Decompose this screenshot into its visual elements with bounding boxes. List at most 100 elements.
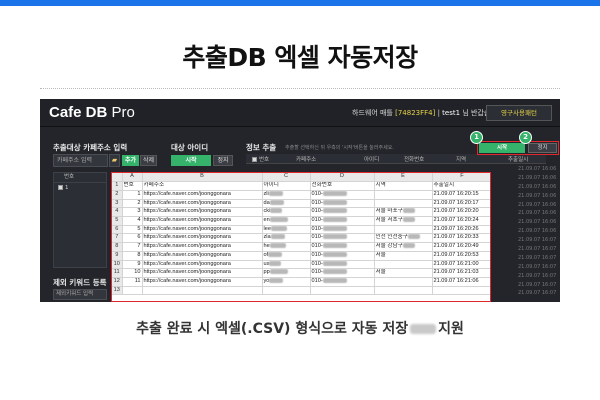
cell-number: 9 <box>122 260 143 270</box>
app-header: Cafe DB Pro 하드웨어 매틀 [74823FF4] | test1 님… <box>40 99 560 127</box>
cell-number: 8 <box>122 251 143 261</box>
cell-id: lee <box>262 225 311 235</box>
checkbox[interactable] <box>252 157 257 162</box>
blurred-text <box>322 217 347 223</box>
background-date: 21.09.07 16:06 <box>518 166 557 172</box>
cell-id: yo <box>262 277 311 287</box>
cell-region: 인천 인천중구 <box>374 233 433 244</box>
cell-phone: 010- <box>310 242 375 252</box>
row-number: 12 <box>112 277 123 287</box>
table-row: 10 9 https://cafe.naver.com/joonggonara us 0… <box>112 260 490 270</box>
blurred-text <box>268 190 283 196</box>
info-extract-hint: 추출할 선택하신 뒤 우측의 '시작'버튼을 눌러주세요. <box>285 145 394 151</box>
empty-cell <box>310 286 375 296</box>
empty-cell <box>432 286 490 296</box>
cell-id-text: he <box>263 243 270 250</box>
cell-region: 서울 서초구 <box>374 216 433 226</box>
exclude-keyword-input[interactable]: 제외키워드 입력 <box>53 289 107 300</box>
cell-phone-text: 010- <box>311 217 323 223</box>
exclude-keyword-title: 제외 키워드 등록 <box>53 278 107 287</box>
cell-region: 서울 <box>374 268 433 278</box>
cell-date: 21.09.07 16:20:49 <box>432 242 490 252</box>
background-date: 21.09.07 16:07 <box>518 281 557 288</box>
background-date: 21.09.07 16:06 <box>518 201 557 208</box>
table-row-empty: 13 <box>112 286 490 296</box>
cell-phone: 010- <box>310 251 375 261</box>
cell-phone-text: 010- <box>311 208 323 215</box>
cell-phone-text: 010- <box>311 190 323 197</box>
blurred-text <box>270 208 283 214</box>
target-stop-button[interactable]: 정지 <box>213 155 233 166</box>
cell-phone: 010- <box>310 216 375 226</box>
empty-cell <box>122 286 143 296</box>
cell-date: 21.09.07 16:21:06 <box>432 277 490 287</box>
row-number: 4 <box>112 207 123 217</box>
cell-id-text: pp <box>263 269 270 276</box>
blurred-text <box>322 208 347 214</box>
cell-id: en <box>262 216 311 226</box>
blurred-text <box>402 208 415 214</box>
cell-id: of <box>262 251 311 261</box>
cell-region: 서울 강남구 <box>374 242 433 252</box>
cell-id-text: zla <box>263 234 271 241</box>
blurred-text <box>322 260 347 266</box>
cell-url: https://cafe.naver.com/joonggonara <box>142 251 263 261</box>
cell-phone-text: 010- <box>311 225 323 232</box>
cell-date: 21.09.07 16:20:24 <box>432 216 490 226</box>
blurred-text <box>269 260 282 266</box>
blurred-text <box>269 243 286 249</box>
blurred-text <box>322 234 347 240</box>
row-number: 1 <box>112 181 123 191</box>
cell-id-text: lee <box>263 225 271 232</box>
add-button[interactable]: 추가 <box>122 155 139 166</box>
cafe-url-input[interactable]: 카페주소 입력 <box>53 154 108 167</box>
extract-start-button[interactable]: 시작 <box>479 143 525 153</box>
cell-id-text: cki <box>263 208 271 215</box>
background-date: 21.09.07 16:06 <box>518 192 557 199</box>
sheet-column-letters: ABCDEF <box>112 173 490 183</box>
target-start-button[interactable]: 시작 <box>171 155 211 166</box>
column-header: 추출일시 <box>432 181 490 191</box>
cell-id: pp <box>262 268 311 278</box>
callout-badge-1: 1 <box>470 131 483 144</box>
cell-region: 서울 마포구 <box>374 207 433 217</box>
folder-icon[interactable]: ▰ <box>109 154 120 167</box>
cell-phone-text: 010- <box>311 251 323 258</box>
permanent-license-button[interactable]: 영구사용패턴 <box>486 105 552 121</box>
background-date-list: 21.09.07 16:06 21.09.07 16:06 21.09.07 16:… <box>518 165 558 298</box>
table-row: 3 2 https://cafe.naver.com/joonggonara da 01… <box>112 199 490 209</box>
cell-id: us <box>262 260 311 270</box>
row-number: 13 <box>112 286 123 296</box>
cafe-url-section-title: 추출대상 카페주소 입력 <box>53 143 128 152</box>
cell-region <box>374 260 433 270</box>
select-all-corner <box>112 173 123 183</box>
cell-phone: 010- <box>310 268 375 278</box>
list-item[interactable]: 1 <box>54 184 106 193</box>
blurred-text <box>322 251 347 257</box>
row-number: 9 <box>112 251 123 261</box>
delete-button[interactable]: 삭제 <box>140 155 157 166</box>
cell-url: https://cafe.naver.com/joonggonara <box>142 268 263 278</box>
blurred-text <box>407 234 420 240</box>
cell-phone: 010- <box>310 190 375 200</box>
info-grid-header: 번호 카페주소 아이디 전화번호 지역 추출일시 <box>246 154 546 164</box>
empty-cell <box>374 286 433 296</box>
column-header: 카페주소 <box>296 157 317 163</box>
cell-id-text: en <box>263 217 270 223</box>
row-number: 11 <box>112 268 123 278</box>
cell-id: da <box>262 199 311 209</box>
background-date: 21.09.07 16:06 <box>518 228 557 235</box>
cell-date: 21.09.07 16:20:33 <box>432 233 490 244</box>
blurred-text <box>322 190 347 196</box>
checkbox[interactable] <box>58 185 63 190</box>
column-header: 지역 <box>374 181 433 191</box>
extract-stop-button[interactable]: 정지 <box>528 143 557 153</box>
cell-phone: 010- <box>310 207 375 217</box>
column-header: 카페주소 <box>142 181 263 191</box>
target-id-title: 대상 아이디 <box>171 143 209 152</box>
cell-id: zla <box>262 233 311 244</box>
table-row: 9 8 https://cafe.naver.com/joonggonara of 01… <box>112 251 490 261</box>
background-date: 21.09.07 16:07 <box>518 246 557 253</box>
blurred-text <box>322 199 347 205</box>
blurred-text <box>269 217 288 223</box>
